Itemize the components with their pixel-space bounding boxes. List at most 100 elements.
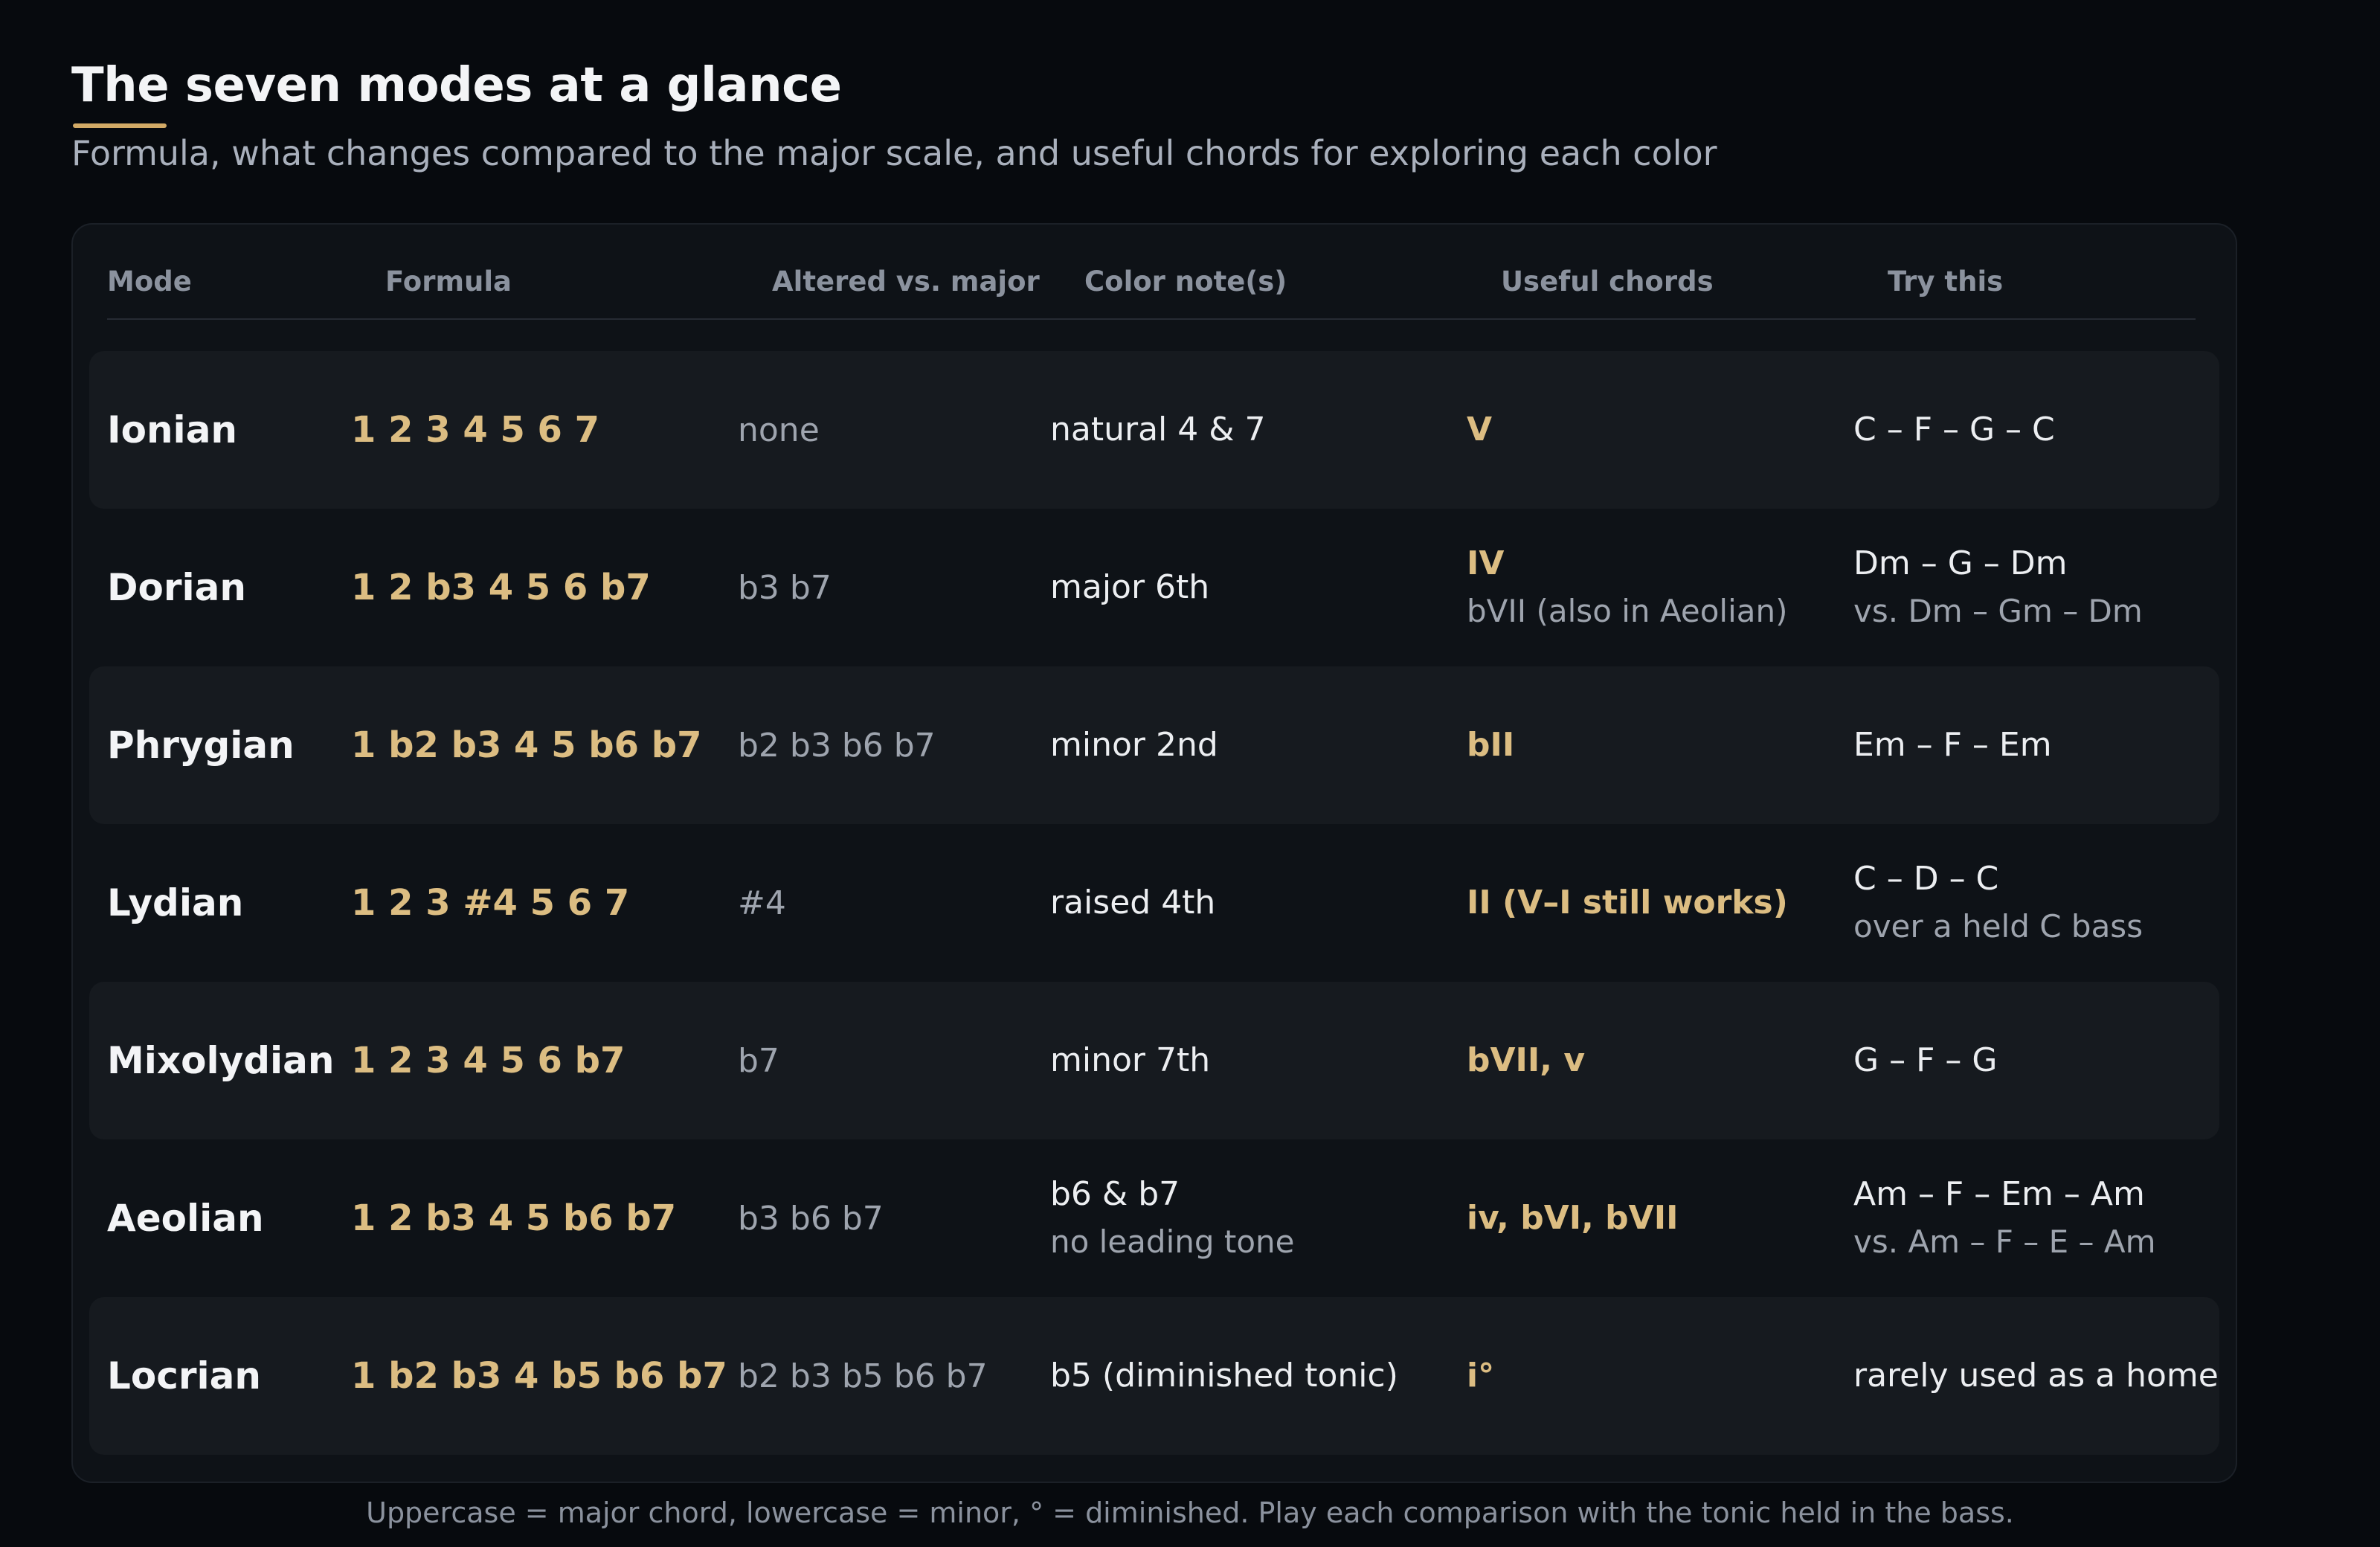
color-note-cell: minor 7th: [1050, 982, 1210, 1139]
formula-text: 1 b2 b3 4 b5 b6 b7: [351, 1355, 727, 1397]
mode-name-cell: Locrian: [107, 1297, 261, 1455]
formula-cell: 1 2 3 #4 5 6 7: [351, 824, 629, 982]
mode-name-cell: Dorian: [107, 509, 246, 666]
color-note-text: raised 4th: [1050, 884, 1216, 922]
useful-chords-text: II (V–I still works): [1467, 884, 1788, 922]
mode-name-text: Aeolian: [107, 1197, 264, 1240]
try-this-cell: Dm – G – Dm vs. Dm – Gm – Dm: [1853, 509, 2143, 666]
table-row: Dorian 1 2 b3 4 5 6 b7 b3 b7 major 6th IV bVI…: [89, 509, 2219, 666]
mode-name-cell: Ionian: [107, 351, 237, 509]
mode-name-cell: Aeolian: [107, 1139, 264, 1297]
useful-chords-text: bII: [1467, 726, 1515, 764]
formula-text: 1 b2 b3 4 5 b6 b7: [351, 724, 702, 766]
column-header-altered: Altered vs. major: [772, 266, 1040, 298]
altered-text: b3 b7: [738, 568, 832, 607]
useful-chords-cell: i°: [1467, 1297, 1494, 1455]
table-header: Mode Formula Altered vs. major Color not…: [107, 254, 2196, 320]
column-header-try-this: Try this: [1888, 266, 2004, 298]
try-this-text: Am – F – Em – Am: [1853, 1175, 2145, 1213]
try-this-text: G – F – G: [1853, 1041, 1998, 1079]
color-note-cell: b5 (diminished tonic): [1050, 1297, 1398, 1455]
title-underline-accent: [73, 123, 167, 128]
column-header-mode: Mode: [107, 266, 192, 298]
color-note-text: major 6th: [1050, 568, 1210, 606]
try-this-text: C – F – G – C: [1853, 411, 2055, 448]
mode-name-text: Locrian: [107, 1354, 261, 1398]
color-note-cell: raised 4th: [1050, 824, 1215, 982]
mode-name-text: Dorian: [107, 566, 246, 609]
mode-name-text: Ionian: [107, 408, 238, 451]
altered-cell: b2 b3 b6 b7: [738, 666, 936, 824]
useful-chords-note: bVII (also in Aeolian): [1467, 593, 1788, 629]
color-note-cell: major 6th: [1050, 509, 1209, 666]
color-note-text: b6 & b7: [1050, 1175, 1180, 1213]
color-note-cell: minor 2nd: [1050, 666, 1218, 824]
useful-chords-cell: V: [1467, 351, 1492, 509]
column-header-color-notes: Color note(s): [1084, 266, 1287, 298]
formula-text: 1 2 3 4 5 6 7: [351, 409, 600, 451]
try-this-text: rarely used as a home: [1853, 1357, 2219, 1395]
formula-text: 1 2 3 #4 5 6 7: [351, 882, 630, 924]
try-this-cell: C – F – G – C: [1853, 351, 2055, 509]
mode-name-text: Lydian: [107, 881, 244, 924]
formula-cell: 1 2 3 4 5 6 7: [351, 351, 599, 509]
modes-table: Mode Formula Altered vs. major Color not…: [71, 223, 2237, 1483]
table-row: Ionian 1 2 3 4 5 6 7 none natural 4 & 7 V C –…: [89, 351, 2219, 509]
table-row: Aeolian 1 2 b3 4 5 b6 b7 b3 b6 b7 b6 & b7 no…: [89, 1139, 2219, 1297]
formula-cell: 1 2 b3 4 5 b6 b7: [351, 1139, 676, 1297]
altered-text: b2 b3 b5 b6 b7: [738, 1357, 988, 1395]
mode-name-text: Phrygian: [107, 724, 295, 767]
color-note-text: natural 4 & 7: [1050, 411, 1266, 448]
color-note-note: no leading tone: [1050, 1223, 1295, 1260]
color-note-text: minor 2nd: [1050, 726, 1218, 764]
column-header-formula: Formula: [385, 266, 512, 298]
page-title: The seven modes at a glance: [71, 58, 842, 113]
try-this-note: vs. Dm – Gm – Dm: [1853, 593, 2143, 629]
altered-text: b7: [738, 1041, 779, 1080]
useful-chords-text: IV: [1467, 544, 1505, 582]
table-row: Locrian 1 b2 b3 4 b5 b6 b7 b2 b3 b5 b6 b7 b…: [89, 1297, 2219, 1455]
useful-chords-cell: bII: [1467, 666, 1514, 824]
altered-cell: b3 b6 b7: [738, 1139, 884, 1297]
mode-name-cell: Phrygian: [107, 666, 295, 824]
formula-cell: 1 b2 b3 4 b5 b6 b7: [351, 1297, 727, 1455]
useful-chords-text: bVII, v: [1467, 1041, 1586, 1079]
altered-cell: b2 b3 b5 b6 b7: [738, 1297, 988, 1455]
try-this-cell: Am – F – Em – Am vs. Am – F – E – Am: [1853, 1139, 2156, 1297]
mode-name-text: Mixolydian: [107, 1039, 335, 1082]
formula-text: 1 2 b3 4 5 b6 b7: [351, 1197, 677, 1239]
color-note-text: minor 7th: [1050, 1041, 1211, 1079]
mode-name-cell: Lydian: [107, 824, 243, 982]
column-header-useful-chords: Useful chords: [1501, 266, 1714, 298]
try-this-cell: G – F – G: [1853, 982, 1997, 1139]
color-note-cell: b6 & b7 no leading tone: [1050, 1139, 1295, 1297]
formula-cell: 1 2 b3 4 5 6 b7: [351, 509, 651, 666]
page-subtitle: Formula, what changes compared to the ma…: [71, 133, 1717, 173]
try-this-cell: C – D – C over a held C bass: [1853, 824, 2143, 982]
formula-cell: 1 b2 b3 4 5 b6 b7: [351, 666, 702, 824]
altered-text: b2 b3 b6 b7: [738, 726, 936, 765]
useful-chords-cell: iv, bVI, bVII: [1467, 1139, 1678, 1297]
useful-chords-text: i°: [1467, 1357, 1495, 1395]
useful-chords-text: V: [1467, 411, 1493, 448]
useful-chords-cell: bVII, v: [1467, 982, 1585, 1139]
formula-text: 1 2 b3 4 5 6 b7: [351, 567, 651, 608]
color-note-cell: natural 4 & 7: [1050, 351, 1266, 509]
table-row: Mixolydian 1 2 3 4 5 6 b7 b7 minor 7th bVII,…: [89, 982, 2219, 1139]
try-this-text: Dm – G – Dm: [1853, 544, 2068, 582]
altered-text: b3 b6 b7: [738, 1199, 884, 1238]
mode-name-cell: Mixolydian: [107, 982, 335, 1139]
altered-cell: none: [738, 351, 820, 509]
try-this-note: vs. Am – F – E – Am: [1853, 1223, 2156, 1260]
altered-cell: #4: [738, 824, 786, 982]
color-note-text: b5 (diminished tonic): [1050, 1357, 1398, 1395]
altered-text: none: [738, 411, 820, 449]
altered-cell: b7: [738, 982, 779, 1139]
footnote: Uppercase = major chord, lowercase = min…: [366, 1496, 2014, 1529]
try-this-text: C – D – C: [1853, 860, 1999, 898]
try-this-cell: rarely used as a home: [1853, 1297, 2219, 1455]
useful-chords-cell: II (V–I still works): [1467, 824, 1788, 982]
try-this-note: over a held C bass: [1853, 908, 2143, 945]
altered-text: #4: [738, 884, 786, 922]
try-this-text: Em – F – Em: [1853, 726, 2052, 764]
